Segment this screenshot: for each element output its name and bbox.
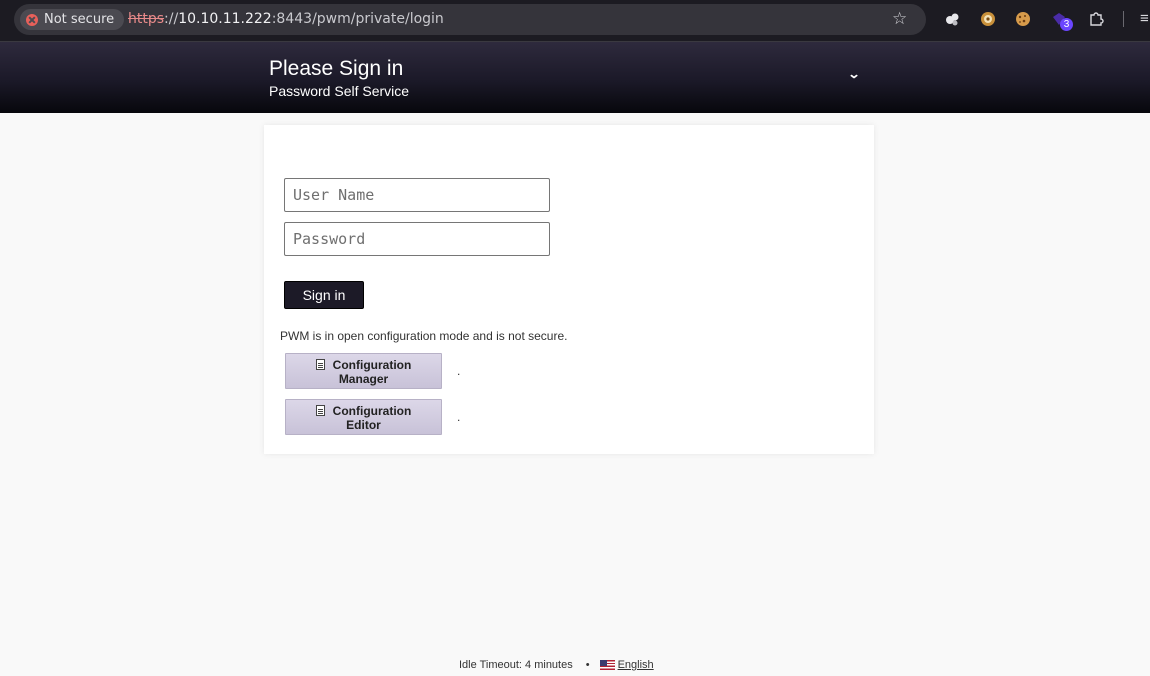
profile-extension-icon[interactable] bbox=[979, 10, 997, 28]
cookie-icon[interactable] bbox=[1014, 10, 1032, 28]
security-indicator[interactable]: Not secure bbox=[20, 9, 125, 30]
not-secure-icon bbox=[26, 13, 38, 26]
toolbar-divider bbox=[1123, 11, 1124, 27]
page-subtitle: Password Self Service bbox=[269, 83, 410, 99]
bookmark-star-icon[interactable]: ☆ bbox=[892, 9, 907, 29]
url-separator: :// bbox=[164, 11, 179, 27]
wappalyzer-extension-icon[interactable]: 3 bbox=[1050, 10, 1073, 31]
us-flag-icon bbox=[599, 660, 615, 670]
idle-timeout: Idle Timeout: 4 minutes bbox=[459, 659, 573, 671]
language-link[interactable]: English bbox=[618, 659, 654, 671]
manager-description: . bbox=[457, 364, 461, 378]
pwm-header: Please Sign in Password Self Service ⌄ bbox=[0, 42, 1150, 113]
url-scheme: https bbox=[128, 11, 165, 27]
browser-toolbar: Not secure https://10.10.11.222:8443/pwm… bbox=[0, 0, 1150, 42]
document-icon bbox=[315, 359, 325, 370]
password-input[interactable] bbox=[284, 222, 550, 256]
config-manager-label-line1: Configuration bbox=[332, 358, 412, 372]
extension-badge: 3 bbox=[1060, 18, 1073, 31]
footer-separator: • bbox=[585, 659, 590, 671]
configuration-editor-button[interactable]: Configuration Editor bbox=[285, 399, 442, 435]
menu-icon[interactable]: ≡ bbox=[1140, 10, 1149, 27]
url-path: :8443/pwm/private/login bbox=[271, 11, 444, 27]
editor-description: . bbox=[457, 410, 461, 424]
login-panel: Sign in PWM is in open configuration mod… bbox=[264, 125, 874, 454]
footer: Idle Timeout: 4 minutes • English bbox=[459, 659, 654, 671]
url-text[interactable]: https://10.10.11.222:8443/pwm/private/lo… bbox=[128, 11, 444, 27]
config-editor-label-line2: Editor bbox=[346, 418, 381, 432]
security-label: Not secure bbox=[44, 12, 115, 27]
chevron-down-icon[interactable]: ⌄ bbox=[847, 67, 860, 81]
username-input[interactable] bbox=[284, 178, 550, 212]
configuration-manager-button[interactable]: Configuration Manager bbox=[285, 353, 442, 389]
page-title: Please Sign in bbox=[269, 57, 404, 80]
puzzle-icon[interactable] bbox=[1087, 10, 1105, 28]
sign-in-button[interactable]: Sign in bbox=[284, 281, 364, 309]
extension-icon[interactable] bbox=[943, 10, 961, 28]
config-editor-label-line1: Configuration bbox=[332, 404, 412, 418]
url-host: 10.10.11.222 bbox=[178, 11, 272, 27]
config-mode-warning: PWM is in open configuration mode and is… bbox=[280, 329, 568, 343]
config-manager-label-line2: Manager bbox=[338, 372, 389, 386]
address-bar[interactable]: Not secure https://10.10.11.222:8443/pwm… bbox=[14, 4, 926, 35]
document-icon bbox=[315, 405, 325, 416]
